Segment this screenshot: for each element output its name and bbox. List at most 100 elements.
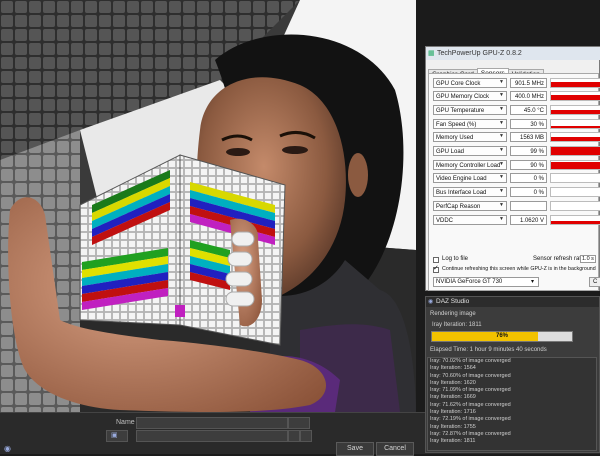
chevron-down-icon: ▼ <box>499 147 504 153</box>
chevron-down-icon: ▾ <box>531 279 535 285</box>
browse-button[interactable] <box>288 430 300 442</box>
device-select-value: NVIDIA GeForce GT 730 <box>436 279 503 285</box>
sensor-value: 1563 MB <box>510 132 547 142</box>
continue-refresh-label: Continue refreshing this screen while GP… <box>442 266 596 272</box>
gpuz-title: TechPowerUp GPU-Z 0.8.2 <box>437 50 522 57</box>
sensor-name[interactable]: Memory Controller Load <box>433 160 507 170</box>
chevron-down-icon: ▼ <box>499 188 504 194</box>
sensor-graph <box>550 78 600 88</box>
sensor-value <box>510 201 547 211</box>
sensor-name[interactable]: PerfCap Reason <box>433 201 507 211</box>
daz-title: DAZ Studio <box>436 298 470 305</box>
render-log[interactable]: Iray: 70.02% of image converged Iray Iter… <box>427 357 597 451</box>
close-button-label: C <box>593 279 598 285</box>
sensor-row: GPU Core Clock ▼ 901.5 MHz <box>433 78 600 89</box>
sensor-graph <box>550 146 600 156</box>
sensor-row: Bus Interface Load ▼ 0 % <box>433 187 600 198</box>
chevron-down-icon: ▼ <box>499 216 504 222</box>
log-line: Iray Iteration: 1811 <box>430 438 476 445</box>
render-image <box>0 0 416 412</box>
image-format-button[interactable]: ▣ <box>106 430 128 442</box>
device-select[interactable]: NVIDIA GeForce GT 730 ▾ <box>433 277 539 287</box>
sensor-name[interactable]: Video Engine Load <box>433 173 507 183</box>
sensor-row: GPU Temperature ▼ 45.0 °C <box>433 105 600 116</box>
chevron-down-icon: ▼ <box>499 92 504 98</box>
chevron-down-icon: ▼ <box>499 202 504 208</box>
picture-icon: ▣ <box>111 432 118 439</box>
sensor-name[interactable]: Memory Used <box>433 132 507 142</box>
log-line: Iray: 71.62% of image converged <box>430 401 511 408</box>
sensor-graph <box>550 187 600 197</box>
log-line: Iray: 70.60% of image converged <box>430 372 511 379</box>
log-line: Iray Iteration: 1755 <box>430 423 476 430</box>
sensor-name[interactable]: Fan Speed (%) <box>433 119 507 129</box>
log-to-file-label: Log to file <box>442 256 469 262</box>
sensor-graph-fill <box>551 221 600 224</box>
sensor-value: 1.0620 V <box>510 215 547 225</box>
sensor-value: 30 % <box>510 119 547 129</box>
options-button[interactable] <box>300 430 312 442</box>
sensor-graph <box>550 91 600 101</box>
sensor-name[interactable]: GPU Core Clock <box>433 78 507 88</box>
name-field[interactable] <box>136 417 288 429</box>
chevron-down-icon: ▼ <box>499 174 504 180</box>
iteration-label: Iray Iteration: 1811 <box>432 322 482 328</box>
log-line: Iray Iteration: 1564 <box>430 365 476 372</box>
sensor-name[interactable]: VDDC <box>433 215 507 225</box>
save-button[interactable]: Save <box>336 442 374 456</box>
sensor-graph <box>550 160 600 170</box>
sensor-row: Memory Used ▼ 1563 MB <box>433 132 600 143</box>
sensor-name[interactable]: Bus Interface Load <box>433 187 507 197</box>
render-status: Rendering image <box>430 311 476 317</box>
gpuz-titlebar[interactable]: ▦ TechPowerUp GPU-Z 0.8.2 <box>426 47 600 60</box>
sensor-value: 45.0 °C <box>510 105 547 115</box>
sensor-row: GPU Memory Clock ▼ 400.0 MHz <box>433 91 600 102</box>
chevron-down-icon: ▼ <box>499 161 504 167</box>
gpuz-window: ▦ TechPowerUp GPU-Z 0.8.2 Graphics CardS… <box>425 46 600 291</box>
sensor-row: VDDC ▼ 1.0620 V <box>433 215 600 226</box>
sensor-graph <box>550 119 600 129</box>
name-dropdown[interactable] <box>288 417 310 429</box>
sensor-graph-fill <box>551 82 600 87</box>
daz-logo-icon: ◉ <box>4 444 11 453</box>
cancel-button[interactable]: Cancel <box>376 442 414 456</box>
continue-refresh-checkbox[interactable] <box>433 264 439 273</box>
daz-titlebar[interactable]: ◉ DAZ Studio <box>426 297 599 307</box>
sensor-value: 0 % <box>510 187 547 197</box>
sensor-graph <box>550 201 600 211</box>
render-viewport <box>0 0 416 412</box>
sensor-graph-fill <box>551 125 600 128</box>
elapsed-time: Elapsed Time: 1 hour 9 minutes 40 second… <box>430 347 547 353</box>
sensor-row: Video Engine Load ▼ 0 % <box>433 173 600 184</box>
log-line: Iray: 72.87% of image converged <box>430 430 511 437</box>
log-line: Iray: 70.02% of image converged <box>430 358 511 364</box>
sensor-value: 901.5 MHz <box>510 78 547 88</box>
sensor-value: 99 % <box>510 146 547 156</box>
sensor-row: PerfCap Reason ▼ <box>433 201 600 212</box>
sensor-graph-fill <box>551 137 600 141</box>
sensors-panel: GPU Core Clock ▼ 901.5 MHz GPU Memory Clock… <box>428 73 600 291</box>
gpuz-logo-icon: ▦ <box>428 50 435 57</box>
sensor-graph <box>550 105 600 115</box>
log-line: Iray Iteration: 1669 <box>430 394 476 401</box>
log-line: Iray Iteration: 1716 <box>430 409 476 416</box>
log-line: Iray Iteration: 1620 <box>430 379 476 386</box>
log-line: Iray: 72.19% of image converged <box>430 416 511 423</box>
path-field[interactable] <box>136 430 288 442</box>
daz-icon: ◉ <box>428 299 434 305</box>
log-line: Iray: 71.09% of image converged <box>430 387 511 394</box>
log-to-file-checkbox[interactable] <box>433 257 439 263</box>
sensor-name[interactable]: GPU Load <box>433 146 507 156</box>
sensor-name[interactable]: GPU Memory Clock <box>433 91 507 101</box>
sensor-graph <box>550 215 600 225</box>
refresh-rate-select[interactable]: 1.0 s <box>580 255 596 263</box>
chevron-down-icon: ▼ <box>499 133 504 139</box>
chevron-down-icon: ▼ <box>499 120 504 126</box>
sensor-name[interactable]: GPU Temperature <box>433 105 507 115</box>
close-button[interactable]: C <box>589 277 600 287</box>
sensor-graph <box>550 132 600 142</box>
refresh-rate-label: Sensor refresh rate: <box>533 256 587 262</box>
chevron-down-icon: ▼ <box>499 79 504 85</box>
gpuz-tab-bar: Graphics CardSensorsValidation <box>428 62 544 80</box>
chevron-down-icon: ▼ <box>499 106 504 112</box>
